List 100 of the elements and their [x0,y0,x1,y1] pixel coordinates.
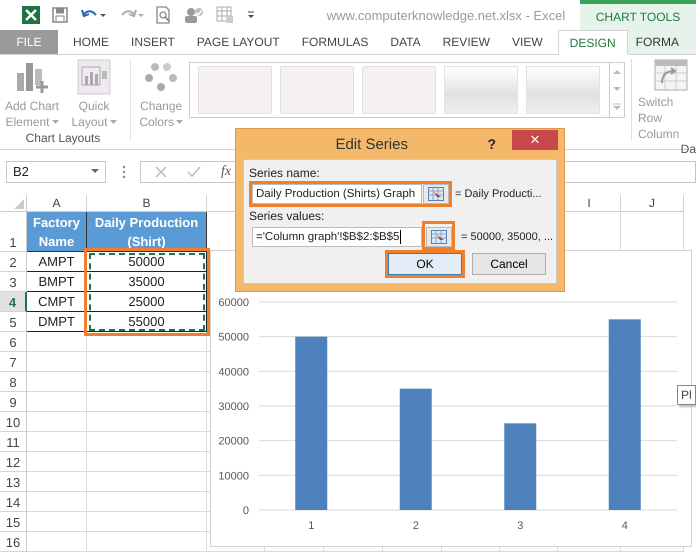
drag-handle-icon[interactable] [122,164,126,178]
row-header[interactable]: 5 [0,312,27,332]
row-header[interactable]: 2 [0,252,27,272]
axis-label: 60000 [218,297,249,309]
table-cell: 25000 [87,292,207,312]
chart-style-thumbnail[interactable] [444,66,518,114]
ribbon-tab[interactable]: FORMULAS [290,30,380,54]
chart-style-thumbnail[interactable] [526,66,600,114]
people-icon[interactable] [184,6,204,24]
range-select-button[interactable] [426,227,452,247]
row-header[interactable]: 14 [0,492,27,512]
table-cell [27,372,87,392]
row-header[interactable]: 11 [0,432,27,452]
column-header[interactable]: B [142,196,150,210]
scroll-down-icon[interactable] [613,86,622,92]
table-cell [27,492,87,512]
table-cell [27,472,87,492]
ribbon-tab[interactable]: PAGE LAYOUT [186,30,291,54]
save-icon[interactable] [52,7,68,23]
cancel-icon[interactable] [155,166,167,178]
axis-label: 40000 [218,366,249,378]
group-label: Da [680,142,696,158]
axis-label: 0 [242,505,249,517]
row-header[interactable]: 6 [0,332,27,352]
table-cell [27,412,87,432]
bar[interactable] [504,423,536,510]
field-label: Series values: [249,209,326,224]
range-select-icon [431,230,447,244]
table-cell: 55000 [87,312,207,332]
table-cell [27,452,87,472]
table-cell: CMPT [27,292,87,312]
chart-style-thumbnail[interactable] [198,66,272,114]
axis-label: 20000 [218,436,249,448]
ribbon-tab[interactable]: VIEW [500,30,554,54]
table-icon[interactable] [216,6,234,24]
table-cell: 35000 [87,272,207,292]
table-cell: DMPT [27,312,87,332]
ribbon-tab[interactable]: REVIEW [432,30,501,54]
chart-style-thumbnail[interactable] [362,66,436,114]
row-header[interactable]: 8 [0,372,27,392]
customize-caret-icon[interactable] [246,10,256,20]
table-cell [27,392,87,412]
window-title: www.computerknowledge.net.xlsx - Excel [326,8,566,22]
input-field[interactable]: ='Column graph'!$B$2:$B$5 [252,227,422,247]
ribbon-tab[interactable]: INSERT [120,30,186,54]
row-header[interactable]: 13 [0,472,27,492]
check-icon[interactable] [187,166,201,178]
bar[interactable] [608,319,641,510]
row-header[interactable]: 16 [0,532,27,552]
table-cell [27,432,87,452]
column-header[interactable]: I [587,196,591,210]
axis-label: 4 [622,520,628,532]
range-select-icon [428,187,444,201]
preview-text: = 50000, 35000, ... [461,231,554,243]
field-label: Series name: [249,166,321,181]
close-button[interactable]: × [512,130,558,150]
name-box[interactable]: B2 [6,160,106,182]
insert-function-button[interactable]: fx [221,164,232,180]
axis-label: 3 [517,520,524,532]
ribbon-tab[interactable]: HOME [62,30,120,54]
table-cell [27,352,87,372]
ribbon-tab[interactable]: DATA [379,30,432,54]
row-header[interactable]: 7 [0,352,27,372]
table-cell: 50000 [87,252,207,272]
chart-style-thumbnail[interactable] [280,66,354,114]
scroll-up-icon[interactable] [613,68,622,75]
table-cell [27,512,87,532]
row-header[interactable]: 15 [0,512,27,532]
row-header[interactable]: 10 [0,412,27,432]
excel-logo-icon [22,6,40,24]
table-cell: Factory Name [27,212,87,252]
axis-label: 50000 [218,332,249,344]
dialog-title: Edit Series [334,136,409,152]
print-preview-icon[interactable] [156,6,172,24]
ribbon-tab[interactable]: DESIGN [558,30,628,55]
help-button[interactable]: ? [487,136,496,152]
context-tab-header: CHART TOOLS [580,0,696,30]
select-all-icon[interactable] [14,199,24,209]
table-cell: BMPT [27,272,87,292]
row-header[interactable]: 4 [0,292,27,312]
bar[interactable] [295,336,328,510]
bar[interactable] [400,388,432,510]
table-cell: Daily Production (Shirt) [87,212,207,252]
dialog-button[interactable]: Cancel [472,253,546,275]
range-select-button[interactable] [423,184,449,204]
dropdown-caret-icon [91,169,99,174]
row-header[interactable]: 12 [0,452,27,472]
preview-text: = Daily Producti... [455,188,542,200]
input-field[interactable]: Daily Production (Shirts) Graph [252,184,422,204]
table-cell: AMPT [27,252,87,272]
column-header[interactable]: J [649,196,655,210]
group-label: Chart Layouts [26,131,100,147]
table-cell [27,532,87,552]
row-header[interactable]: 9 [0,392,27,412]
column-header[interactable]: A [52,196,60,210]
more-icon[interactable] [613,103,622,112]
ribbon-tab[interactable]: FORMA [628,30,696,54]
dialog-button[interactable]: OK [388,253,462,275]
axis-label: 2 [412,520,419,532]
axis-label: 30000 [218,401,249,413]
